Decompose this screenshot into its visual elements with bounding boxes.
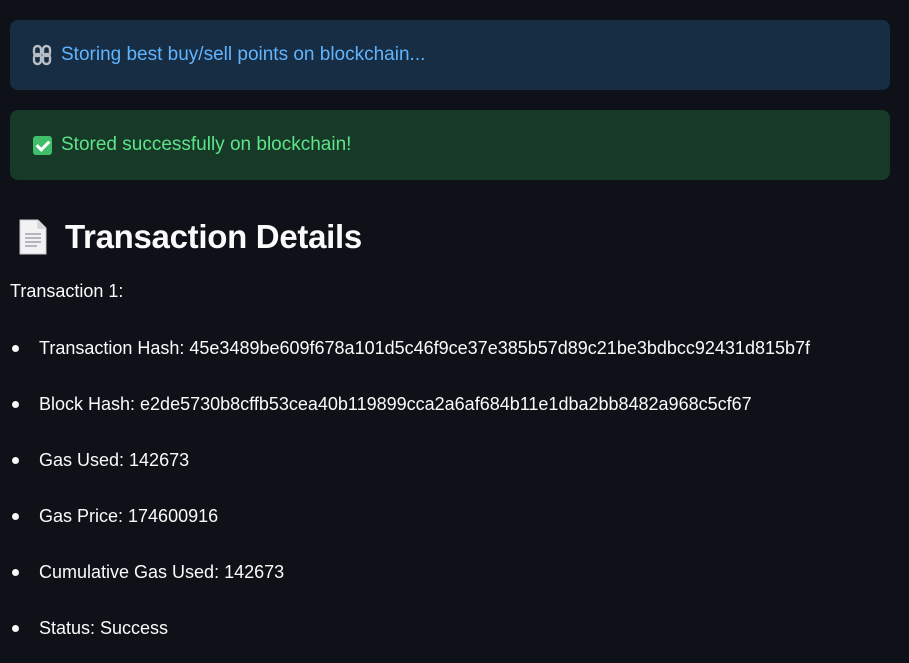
list-item-gas-used: Gas Used: 142673: [0, 449, 810, 505]
block-hash-text: Block Hash: e2de5730b8cffb53cea40b119899…: [39, 394, 752, 414]
bullet-point: [12, 513, 19, 520]
info-alert: Storing best buy/sell points on blockcha…: [10, 20, 890, 90]
gas-used-text: Gas Used: 142673: [39, 450, 190, 470]
list-item-gas-price: Gas Price: 174600916: [0, 505, 810, 561]
bullet-point: [12, 401, 19, 408]
section-heading: Transaction Details: [18, 212, 362, 262]
chain-link-icon: [32, 44, 52, 66]
gas-price-text: Gas Price: 174600916: [39, 506, 219, 526]
status-text: Status: Success: [39, 618, 169, 638]
bullet-point: [12, 569, 19, 576]
info-alert-text: Storing best buy/sell points on blockcha…: [61, 44, 426, 65]
list-item-transaction-hash: Transaction Hash: 45e3489be609f678a101d5…: [0, 337, 810, 393]
list-item-cumulative-gas-used: Cumulative Gas Used: 142673: [0, 561, 810, 617]
list-item-status: Status: Success: [0, 617, 810, 663]
document-icon: [18, 219, 48, 255]
transaction-label: Transaction 1:: [10, 281, 124, 301]
success-alert: Stored successfully on blockchain!: [10, 110, 890, 180]
bullet-point: [12, 625, 19, 632]
check-mark-icon: [32, 135, 52, 155]
transaction-hash-text: Transaction Hash: 45e3489be609f678a101d5…: [39, 338, 811, 358]
bullet-point: [12, 457, 19, 464]
bullet-point: [12, 345, 19, 352]
section-title: Transaction Details: [65, 218, 362, 255]
app-main: Storing best buy/sell points on blockcha…: [0, 0, 909, 663]
transaction-fields-list: Transaction Hash: 45e3489be609f678a101d5…: [0, 337, 810, 663]
list-item-block-hash: Block Hash: e2de5730b8cffb53cea40b119899…: [0, 393, 810, 449]
cumulative-gas-used-text: Cumulative Gas Used: 142673: [39, 562, 285, 582]
success-alert-text: Stored successfully on blockchain!: [61, 134, 352, 155]
